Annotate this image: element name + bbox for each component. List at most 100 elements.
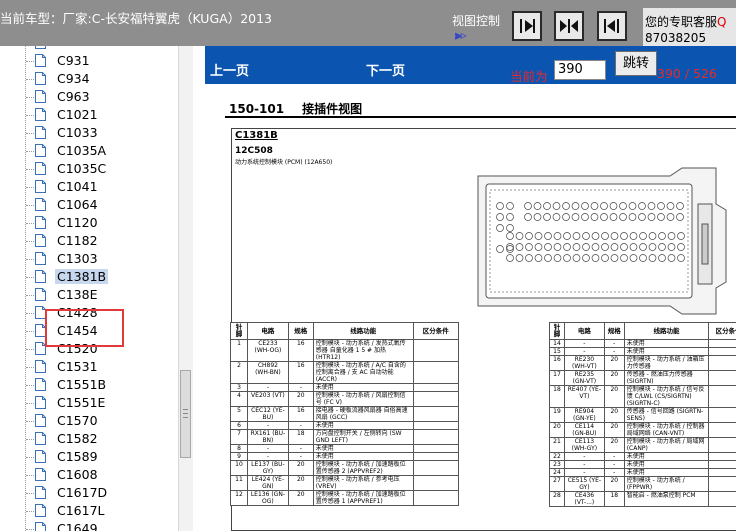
table-cell: 12 — [230, 490, 248, 506]
table-row: 20 CE114 (GN-BU) 20 控制模块 - 动力系统 / 控制器局域网络 (… — [549, 422, 736, 438]
table-cell: - — [247, 452, 289, 461]
tree-item[interactable]: C1041 — [0, 178, 178, 196]
table-cell: 16 — [287, 406, 314, 422]
expand-left-button[interactable] — [597, 11, 627, 41]
tree-item[interactable]: C963 — [0, 88, 178, 106]
document-icon — [35, 450, 46, 463]
document-icon — [35, 486, 46, 499]
table-cell: 控制模块 - 动力系统 / 风扇控制信号 (FC V) — [312, 391, 414, 407]
section-number: 150-101 — [229, 102, 285, 116]
table-header-cell: 线路功能 — [623, 322, 710, 340]
table-cell: - — [287, 444, 314, 453]
table-cell: 7 — [230, 429, 248, 445]
tree-item[interactable]: C1035A — [0, 142, 178, 160]
tree-item-label: C1021 — [57, 107, 98, 122]
tree-item[interactable]: C1064 — [0, 196, 178, 214]
tree-item[interactable]: C138E — [0, 286, 178, 304]
table-cell: - — [563, 468, 605, 477]
connector-diagram — [477, 167, 727, 315]
tree-item[interactable]: C1531 — [0, 358, 178, 376]
table-row: 4 VE203 (VT) 20 控制模块 - 动力系统 / 风扇控制信号 (FC V) — [230, 391, 460, 407]
view-arrow-icon: ⫸▹ — [455, 28, 467, 42]
tree-item-label: C1035A — [57, 143, 107, 158]
connector-tree: C931 C934 C963 C1021 C1033 C1035A C1035C C1041 C… — [0, 46, 194, 531]
table-cell: 未使用 — [623, 347, 710, 356]
document-icon — [35, 504, 46, 517]
tree-item-label: C1582 — [57, 431, 98, 446]
expand-right-button[interactable] — [512, 11, 542, 41]
tree-item-label: C1064 — [57, 197, 98, 212]
table-cell: 未使用 — [623, 460, 710, 469]
tree-item-label: C1531 — [57, 359, 98, 374]
tree-item[interactable]: C1617L — [0, 502, 178, 520]
table-cell: 控制模块 - 动力系统 / 加速踏板位置传感器 2 (APPVREF2) — [312, 460, 414, 476]
tree-item-label: C1617D — [57, 485, 108, 500]
document-icon — [35, 198, 46, 211]
tree-item[interactable]: C1021 — [0, 106, 178, 124]
table-cell: 20 — [603, 407, 625, 423]
tree-item[interactable]: C1381B — [0, 268, 178, 286]
tree-item[interactable]: C1120 — [0, 214, 178, 232]
page-number-input[interactable]: 390 — [554, 60, 606, 80]
tree-item[interactable]: C1589 — [0, 448, 178, 466]
arrow-left-bar-icon — [604, 19, 619, 33]
table-row: 9- - 未使用 — [230, 452, 460, 461]
table-cell — [708, 460, 736, 469]
table-row: 28 CE436 (VT-...) 18 智能启 - 燃油泵控制 PCM — [549, 491, 736, 507]
table-cell: 14 — [549, 339, 565, 348]
table-cell — [412, 391, 460, 407]
table-cell — [708, 339, 736, 348]
document-page: 150-101 接插件视图 C1381B 12C508 动力系统控制模块 (PCM… — [205, 84, 736, 531]
document-icon — [35, 432, 46, 445]
table-cell: CE515 (YE-GY) — [563, 476, 605, 492]
tree-item[interactable]: C1608 — [0, 466, 178, 484]
table-cell: CH892 (WH-BN) — [247, 361, 289, 384]
tree-item[interactable]: C1649 — [0, 520, 178, 531]
tree-item[interactable]: C934 — [0, 70, 178, 88]
table-cell: 18 — [603, 491, 625, 507]
table-cell: 20 — [603, 422, 625, 438]
document-icon — [35, 126, 46, 139]
table-cell: 20 — [287, 475, 314, 491]
tree-item[interactable]: C931 — [0, 52, 178, 70]
document-icon — [35, 360, 46, 373]
tree-item-label: C963 — [57, 89, 90, 104]
table-row: 12 LE136 (GN-OG) 20 控制模块 - 动力系统 / 加速踏板位置传感器… — [230, 490, 460, 506]
table-cell: RX161 (BU-BN) — [247, 429, 289, 445]
table-row: 16 RE230 (WH-VT) 20 控制模块 - 动力系统 / 油箱压力传感器 — [549, 355, 736, 371]
prev-page-button[interactable]: 上一页 — [210, 60, 249, 79]
tree-item[interactable]: C1617D — [0, 484, 178, 502]
table-header-cell: 电路 — [247, 322, 289, 340]
next-page-button[interactable]: 下一页 — [366, 60, 405, 79]
tree-item[interactable]: C1035C — [0, 160, 178, 178]
sidebar-scrollbar[interactable] — [178, 46, 193, 531]
tree-item[interactable]: C1551E — [0, 394, 178, 412]
tree-item[interactable]: C1182 — [0, 232, 178, 250]
table-cell: 20 — [287, 490, 314, 506]
tree-item[interactable]: C1303 — [0, 250, 178, 268]
table-cell: 20 — [603, 370, 625, 386]
table-cell: - — [603, 460, 625, 469]
customer-service-box: 您的专职客服Q 87038205 — [643, 8, 736, 46]
tree-item[interactable]: C1033 — [0, 124, 178, 142]
table-cell: 20 — [603, 476, 625, 492]
table-cell: 8 — [230, 444, 248, 453]
table-cell: - — [287, 452, 314, 461]
sidebar-scroll-thumb[interactable] — [180, 370, 191, 458]
table-cell — [708, 347, 736, 356]
table-cell: 未使用 — [623, 468, 710, 477]
table-row: 14- - 未使用 — [549, 339, 736, 348]
tree-item[interactable]: C1570 — [0, 412, 178, 430]
table-cell: 28 — [549, 491, 565, 507]
table-cell: 未使用 — [312, 421, 414, 430]
tree-item-label: C1120 — [57, 215, 98, 230]
table-cell: 控制模块 - 动力系统 / 发热式氧传感器 自童化器 1 5 # 加热 (HTR… — [312, 339, 414, 362]
tree-item-label: C1033 — [57, 125, 98, 140]
tree-item[interactable]: C1551B — [0, 376, 178, 394]
jump-button[interactable]: 跳转 — [615, 51, 657, 76]
tree-item[interactable]: C1582 — [0, 430, 178, 448]
split-view-button[interactable] — [554, 11, 584, 41]
table-cell — [412, 475, 460, 491]
service-qq-link[interactable]: Q — [717, 15, 726, 29]
table-cell: LE137 (BU-GY) — [247, 460, 289, 476]
